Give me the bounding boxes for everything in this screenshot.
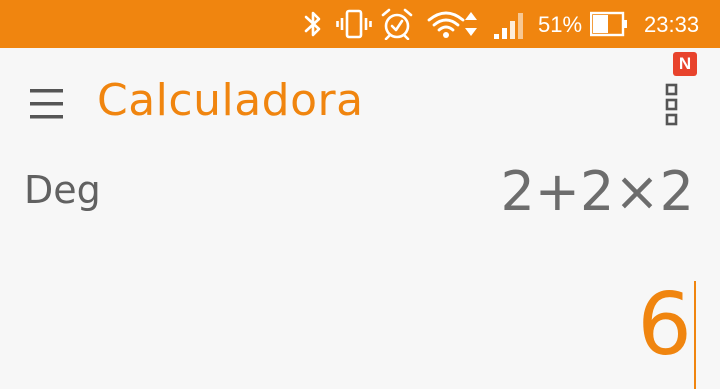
- overflow-menu-icon[interactable]: [664, 82, 682, 128]
- text-cursor: [694, 281, 696, 389]
- vibrate-icon: [336, 9, 372, 39]
- result-display: 6: [637, 275, 692, 375]
- menu-icon[interactable]: [26, 84, 66, 124]
- notification-badge: N: [673, 52, 697, 76]
- wifi-icon: [427, 11, 477, 38]
- expression-display[interactable]: 2+2×2: [500, 160, 694, 223]
- angle-mode-toggle[interactable]: Deg: [24, 168, 101, 212]
- battery-icon: [590, 11, 627, 37]
- status-bar: 51% 23:33: [0, 0, 720, 48]
- calculator-screen: 51% 23:33 Calculadora N Deg 2+2×2 6: [0, 0, 720, 389]
- alarm-icon: [381, 8, 413, 40]
- battery-percent: 51%: [538, 12, 583, 37]
- signal-icon: [494, 13, 523, 39]
- app-title: Calculadora: [97, 75, 364, 126]
- clock: 23:33: [644, 12, 700, 37]
- bluetooth-icon: [304, 11, 321, 37]
